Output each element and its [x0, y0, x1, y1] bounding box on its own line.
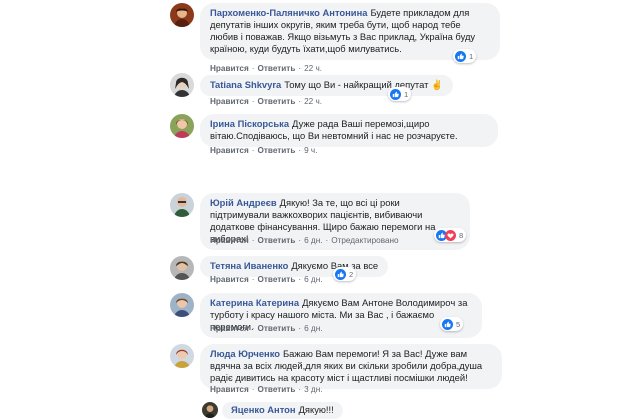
- reply-link[interactable]: Ответить: [258, 275, 296, 284]
- user-photo-icon: [170, 344, 194, 368]
- comment-author[interactable]: Катерина Катерина: [210, 297, 299, 308]
- comment-actions: Нравится · Ответить · 6 дн.: [210, 324, 323, 333]
- comments-page: { "colors": { "author": "#385898", "bubb…: [0, 0, 640, 420]
- comment-actions: Нравится · Ответить · 3 дн.: [210, 385, 323, 394]
- like-link[interactable]: Нравится: [210, 236, 249, 245]
- user-photo-icon: [170, 73, 194, 97]
- timestamp[interactable]: 22 ч.: [304, 97, 322, 106]
- comment-bubble: Tatiana Shkvyra Тому що Ви - найкращий де…: [200, 75, 453, 96]
- comment-actions: Нравится · Ответить · 22 ч.: [210, 64, 323, 73]
- reactions-badge[interactable]: 1: [453, 49, 477, 63]
- avatar[interactable]: [202, 402, 218, 418]
- like-link[interactable]: Нравится: [210, 385, 249, 394]
- avatar[interactable]: [170, 193, 194, 217]
- timestamp[interactable]: 3 дн.: [304, 385, 322, 394]
- avatar[interactable]: [170, 256, 194, 280]
- reply-link[interactable]: Ответить: [258, 324, 296, 333]
- like-reaction-icon: [455, 50, 466, 62]
- avatar[interactable]: [170, 114, 194, 138]
- like-link[interactable]: Нравится: [210, 64, 249, 73]
- user-photo-icon: [170, 193, 194, 217]
- user-photo-icon: [170, 3, 194, 27]
- reaction-count: 8: [459, 230, 464, 240]
- comment-author[interactable]: Пархоменко-Паляничко Антонина: [210, 7, 367, 18]
- avatar[interactable]: [170, 3, 194, 27]
- comment-actions: Нравится · Ответить · 22 ч.: [210, 97, 323, 106]
- love-reaction-icon: [445, 229, 456, 241]
- reply-link[interactable]: Ответить: [258, 64, 296, 73]
- reaction-count: 5: [456, 319, 461, 329]
- timestamp[interactable]: 22 ч.: [304, 64, 322, 73]
- like-link[interactable]: Нравится: [210, 146, 249, 155]
- comment-author[interactable]: Юрій Андреєв: [210, 197, 277, 208]
- like-link[interactable]: Нравится: [210, 324, 249, 333]
- reactions-badge[interactable]: 1: [388, 87, 412, 101]
- comment-bubble: Ірина Піскорська Дуже рада Ваші перемозі,…: [200, 114, 498, 147]
- like-link[interactable]: Нравится: [210, 275, 249, 284]
- comment-text: Дякую!!!: [298, 404, 334, 415]
- avatar[interactable]: [170, 293, 194, 317]
- reply-link[interactable]: Ответить: [258, 236, 296, 245]
- reply-link[interactable]: Ответить: [258, 97, 296, 106]
- comment-author[interactable]: Tatiana Shkvyra: [210, 79, 281, 90]
- reply-link[interactable]: Ответить: [258, 146, 296, 155]
- reactions-badge[interactable]: 2: [333, 267, 357, 281]
- user-photo-icon: [170, 114, 194, 138]
- reaction-count: 2: [349, 269, 354, 279]
- reaction-count: 1: [469, 51, 474, 61]
- reactions-badge[interactable]: 5: [440, 317, 464, 331]
- comment-actions: Нравится · Ответить · 9 ч.: [210, 146, 318, 155]
- comment-author[interactable]: Яценко Антон: [231, 404, 296, 415]
- reply-link[interactable]: Ответить: [258, 385, 296, 394]
- avatar[interactable]: [170, 73, 194, 97]
- reactions-badge[interactable]: 8: [434, 228, 467, 242]
- like-reaction-icon: [335, 268, 346, 280]
- comment-actions: Нравится · Ответить · 6 дн. · Отредактировано: [210, 236, 399, 245]
- comment-actions: Нравится · Ответить · 6 дн.: [210, 275, 323, 284]
- timestamp[interactable]: 9 ч.: [304, 146, 317, 155]
- timestamp[interactable]: 6 дн.: [304, 275, 322, 284]
- reaction-count: 1: [404, 89, 409, 99]
- timestamp[interactable]: 6 дн.: [304, 236, 322, 245]
- comment-bubble: Тетяна Иваненко Дякуємо Вам за все: [200, 256, 389, 277]
- comment-bubble: Люда Юрченко Бажаю Вам перемоги! Я за Вас…: [200, 344, 502, 389]
- timestamp[interactable]: 6 дн.: [304, 324, 322, 333]
- comment-bubble: Яценко Антон Дякую!!!: [222, 402, 343, 419]
- edited-label[interactable]: Отредактировано: [331, 236, 398, 245]
- like-link[interactable]: Нравится: [210, 97, 249, 106]
- comment-text: Тому що Ви - найкращий депутат ✌: [284, 79, 443, 90]
- avatar[interactable]: [170, 344, 194, 368]
- comment-author[interactable]: Люда Юрченко: [210, 348, 280, 359]
- comment-author[interactable]: Тетяна Иваненко: [210, 260, 288, 271]
- like-reaction-icon: [442, 318, 453, 330]
- comment-author[interactable]: Ірина Піскорська: [210, 118, 289, 129]
- user-photo-icon: [202, 402, 218, 418]
- user-photo-icon: [170, 256, 194, 280]
- user-photo-icon: [170, 293, 194, 317]
- like-reaction-icon: [390, 88, 401, 100]
